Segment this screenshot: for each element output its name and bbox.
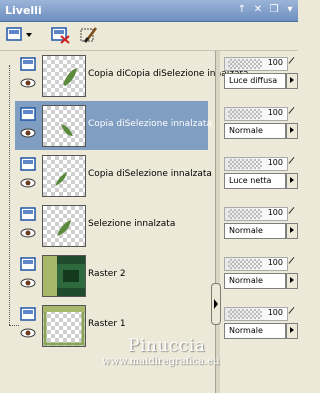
layer-name: Raster 2: [88, 269, 126, 279]
layer-props-row: 100 Normale: [222, 101, 301, 150]
blend-mode-dropdown[interactable]: [286, 323, 298, 339]
layer-icon[interactable]: [20, 307, 36, 321]
restore-icon[interactable]: ❐: [268, 4, 280, 16]
eye-icon[interactable]: [20, 178, 36, 188]
layer-icon[interactable]: [20, 157, 36, 171]
blend-mode-value: Normale: [229, 276, 263, 285]
eye-icon[interactable]: [20, 228, 36, 238]
layer-row[interactable]: Raster 2: [15, 251, 208, 300]
layer-thumbnail: [42, 305, 86, 347]
layer-thumbnail: [42, 105, 86, 147]
layer-row[interactable]: Selezione innalzata: [15, 201, 208, 250]
opacity-value: 100: [267, 258, 283, 267]
panel-splitter[interactable]: [215, 51, 220, 393]
blend-mode-dropdown[interactable]: [286, 123, 298, 139]
eye-icon[interactable]: [20, 278, 36, 288]
opacity-slider-handle[interactable]: [288, 257, 301, 269]
layer-thumbnail: [42, 255, 86, 297]
blend-mode-dropdown[interactable]: [286, 73, 298, 89]
layer-icon[interactable]: [20, 107, 36, 121]
blend-mode-select[interactable]: Luce netta: [224, 173, 286, 189]
layer-thumbnail: [42, 155, 86, 197]
opacity-value: 100: [267, 308, 283, 317]
opacity-slider-handle[interactable]: [288, 207, 301, 219]
close-icon[interactable]: ✕: [252, 4, 264, 16]
titlebar[interactable]: Livelli ↑ ✕ ❐ ▾: [0, 0, 298, 22]
opacity-slider[interactable]: 100: [224, 157, 288, 171]
arrow-right-icon: [214, 299, 218, 309]
delete-layer-icon: [51, 27, 70, 44]
opacity-slider[interactable]: 100: [224, 307, 288, 321]
edit-selection-button[interactable]: [79, 25, 101, 45]
layer-props-row: 100 Normale: [222, 201, 301, 250]
opacity-value: 100: [267, 158, 283, 167]
layer-name: Selezione innalzata: [88, 219, 176, 229]
opacity-slider[interactable]: 100: [224, 257, 288, 271]
new-layer-icon: [6, 27, 32, 41]
layer-properties: 100 Luce diffusa 100 Normale 100 Luce ne…: [222, 51, 301, 393]
blend-mode-select[interactable]: Normale: [224, 323, 286, 339]
blend-mode-value: Luce netta: [229, 176, 272, 185]
tree-connector: [9, 65, 10, 325]
watermark-url: www.maidiregrafica.eu: [102, 356, 220, 367]
opacity-value: 100: [267, 208, 283, 217]
opacity-slider-handle[interactable]: [288, 157, 301, 169]
new-layer-button[interactable]: [5, 25, 32, 45]
opacity-slider-handle[interactable]: [288, 57, 301, 69]
opacity-slider[interactable]: 100: [224, 207, 288, 221]
toolbar: [0, 22, 298, 51]
watermark-title: Pinuccia: [128, 336, 206, 356]
blend-mode-dropdown[interactable]: [286, 173, 298, 189]
triangle-right-icon: [290, 227, 294, 233]
layer-icon[interactable]: [20, 57, 36, 71]
blend-mode-value: Normale: [229, 326, 263, 335]
triangle-right-icon: [290, 77, 294, 83]
opacity-slider[interactable]: 100: [224, 57, 288, 71]
blend-mode-select[interactable]: Normale: [224, 273, 286, 289]
window-title: Livelli: [5, 4, 42, 17]
layer-props-row: 100 Luce diffusa: [222, 51, 301, 100]
layer-props-row: 100 Normale: [222, 301, 301, 350]
triangle-right-icon: [290, 277, 294, 283]
menu-icon[interactable]: ▾: [284, 4, 296, 16]
layer-row[interactable]: Copia diSelezione innalzata: [15, 151, 212, 200]
opacity-slider[interactable]: 100: [224, 107, 288, 121]
layer-props-row: 100 Luce netta: [222, 151, 301, 200]
layers-palette: Livelli ↑ ✕ ❐ ▾ Copia diCopia diSelezion…: [0, 0, 301, 393]
blend-mode-value: Luce diffusa: [229, 76, 278, 85]
opacity-value: 100: [267, 58, 283, 67]
layer-row[interactable]: Copia diCopia diSelezione innalzata: [15, 51, 249, 100]
tree-connector-end: [9, 325, 19, 326]
blend-mode-select[interactable]: Normale: [224, 123, 286, 139]
layer-name: Copia diSelezione innalzata: [88, 169, 212, 179]
splitter-handle[interactable]: [211, 283, 221, 325]
triangle-right-icon: [290, 327, 294, 333]
layer-name: Raster 1: [88, 319, 126, 329]
triangle-right-icon: [290, 127, 294, 133]
pin-icon[interactable]: ↑: [236, 4, 248, 16]
opacity-slider-handle[interactable]: [288, 307, 301, 319]
layer-icon[interactable]: [20, 207, 36, 221]
blend-mode-dropdown[interactable]: [286, 223, 298, 239]
blend-mode-value: Normale: [229, 226, 263, 235]
eye-icon[interactable]: [20, 128, 36, 138]
delete-layer-button[interactable]: [50, 25, 72, 45]
blend-mode-value: Normale: [229, 126, 263, 135]
layer-icon[interactable]: [20, 257, 36, 271]
opacity-value: 100: [267, 108, 283, 117]
opacity-slider-handle[interactable]: [288, 107, 301, 119]
layer-thumbnail: [42, 55, 86, 97]
brush-selection-icon: [80, 27, 97, 43]
layer-row-selected[interactable]: Copia diSelezione innalzata: [15, 101, 212, 150]
eye-icon[interactable]: [20, 78, 36, 88]
blend-mode-dropdown[interactable]: [286, 273, 298, 289]
layer-props-row: 100 Normale: [222, 251, 301, 300]
layer-thumbnail: [42, 205, 86, 247]
eye-icon[interactable]: [20, 328, 36, 338]
blend-mode-select[interactable]: Luce diffusa: [224, 73, 286, 89]
blend-mode-select[interactable]: Normale: [224, 223, 286, 239]
triangle-right-icon: [290, 177, 294, 183]
layer-name: Copia diSelezione innalzata: [88, 119, 212, 129]
